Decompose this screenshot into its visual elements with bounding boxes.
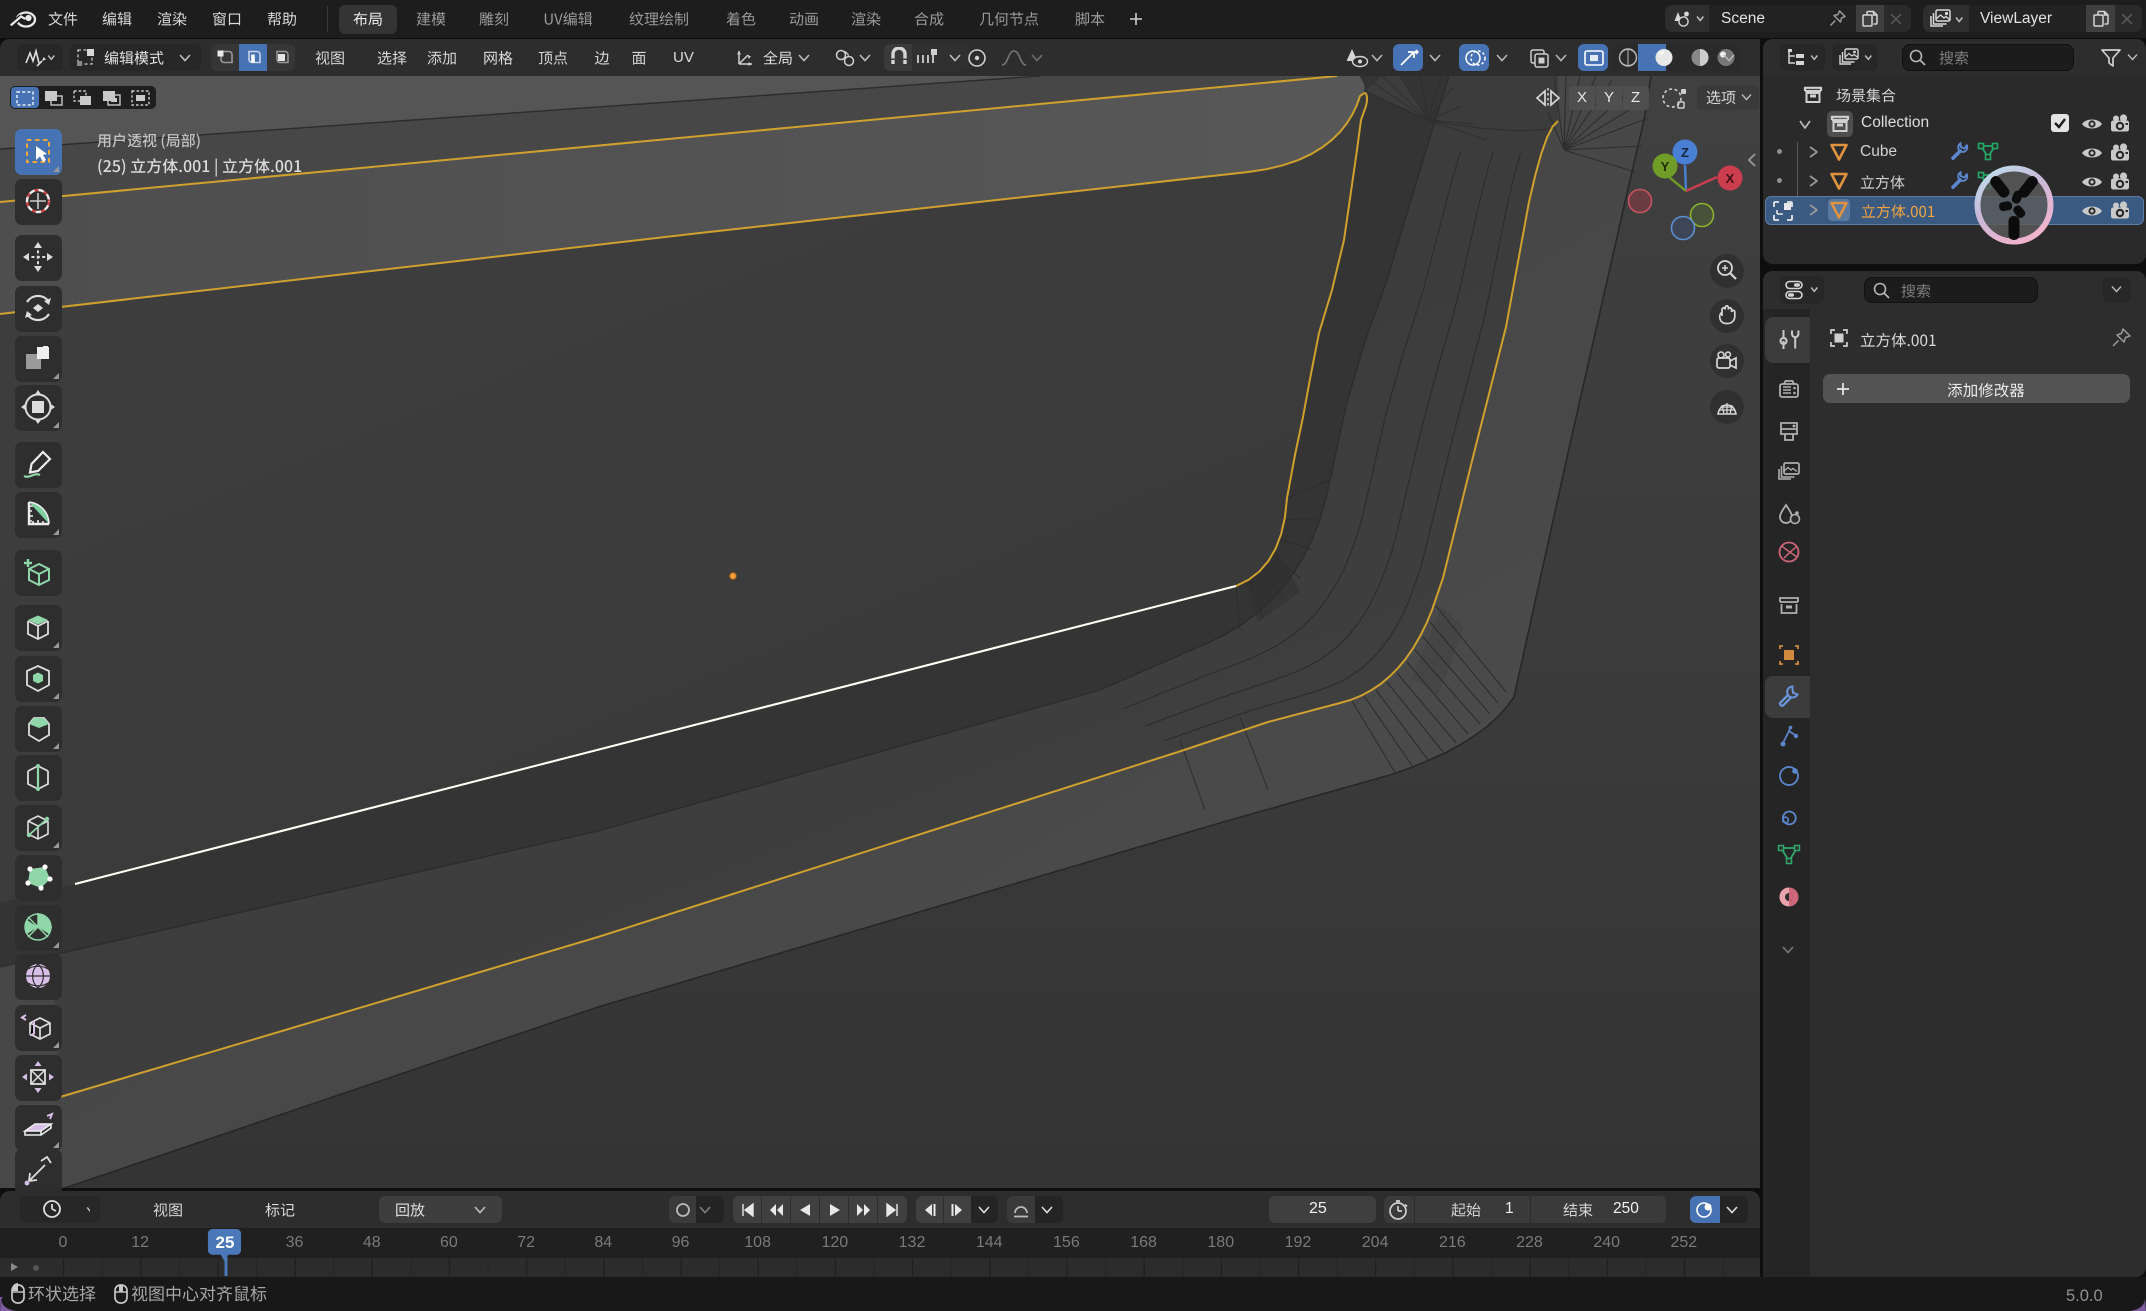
svg-text:Y: Y	[1661, 159, 1670, 174]
svg-text:25: 25	[216, 1233, 235, 1252]
svg-text:X: X	[1726, 171, 1735, 186]
svg-text:Z: Z	[1681, 145, 1689, 160]
